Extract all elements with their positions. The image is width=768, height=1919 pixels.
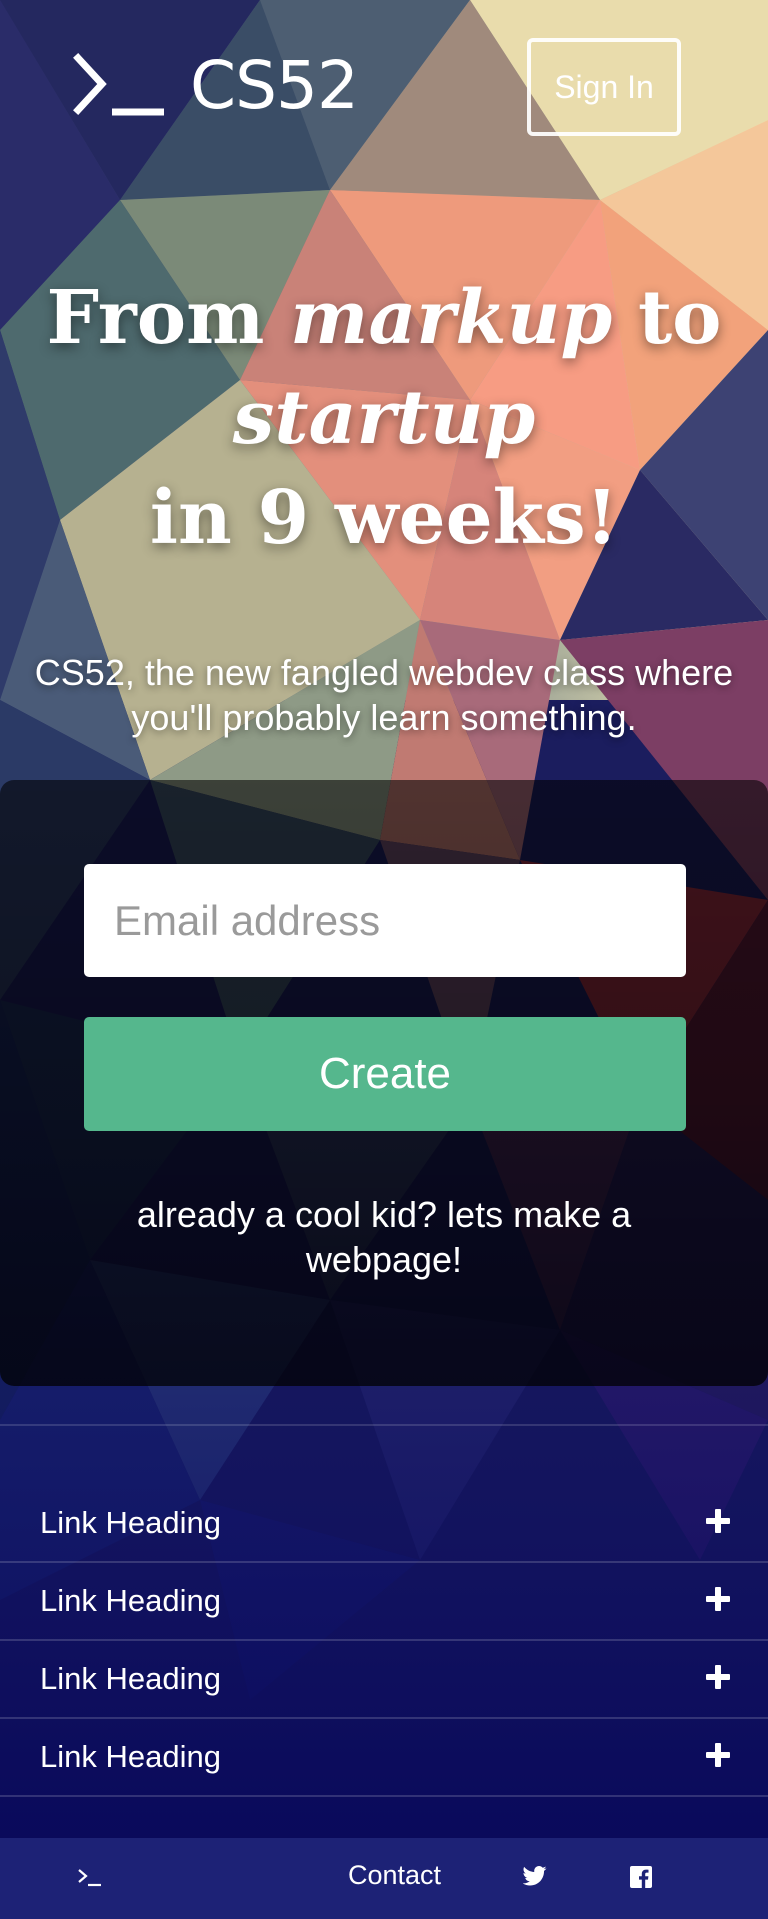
plus-icon[interactable] (706, 1665, 730, 1689)
footer: Contact (0, 1838, 768, 1919)
contact-link[interactable]: Contact (348, 1860, 441, 1891)
link-item[interactable]: Link Heading (0, 1485, 768, 1563)
hero-title-part2: to (612, 275, 722, 361)
link-heading: Link Heading (40, 1661, 221, 1696)
plus-icon[interactable] (706, 1743, 730, 1767)
brand-name: CS52 (190, 47, 359, 124)
twitter-icon[interactable] (523, 1866, 547, 1886)
hero-title: From markup to startup in 9 weeks! (0, 268, 768, 568)
hero-title-part3: in 9 weeks! (149, 475, 619, 561)
hero-title-emph2: startup (232, 375, 536, 461)
plus-icon[interactable] (706, 1509, 730, 1533)
link-heading: Link Heading (40, 1583, 221, 1618)
email-input[interactable] (84, 864, 686, 977)
link-heading: Link Heading (40, 1505, 221, 1540)
link-heading: Link Heading (40, 1739, 221, 1774)
link-item[interactable]: Link Heading (0, 1563, 768, 1641)
terminal-prompt-icon (73, 53, 164, 116)
divider (0, 1424, 768, 1426)
link-accordion: Link Heading Link Heading Link Heading L… (0, 1485, 768, 1797)
hero-subtitle: CS52, the new fangled webdev class where… (34, 652, 734, 738)
plus-icon[interactable] (706, 1587, 730, 1611)
existing-user-link[interactable]: already a cool kid? lets make a webpage! (60, 1192, 708, 1282)
create-button[interactable]: Create (84, 1017, 686, 1131)
sign-in-button[interactable]: Sign In (527, 38, 681, 136)
hero-title-emph1: markup (290, 275, 613, 361)
terminal-prompt-icon[interactable] (77, 1868, 103, 1888)
link-item[interactable]: Link Heading (0, 1719, 768, 1797)
hero-title-part1: From (46, 275, 291, 361)
link-item[interactable]: Link Heading (0, 1641, 768, 1719)
brand-logo[interactable]: CS52 (72, 47, 359, 124)
facebook-icon[interactable] (630, 1866, 652, 1888)
